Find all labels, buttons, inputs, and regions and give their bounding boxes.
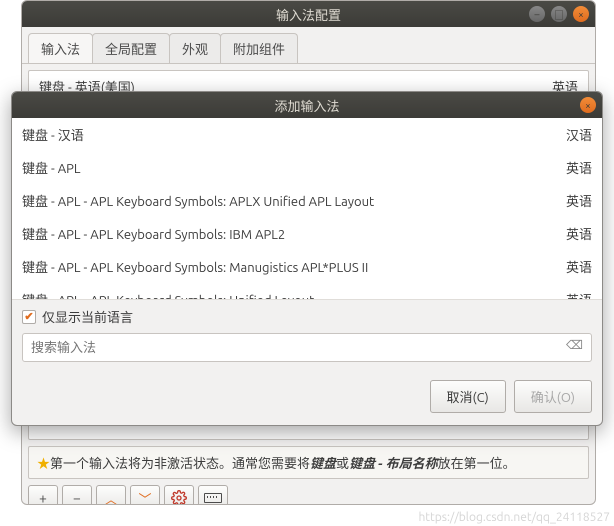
- list-item[interactable]: 键盘 - APL - APL Keyboard Symbols: Manugis…: [12, 250, 602, 283]
- cancel-button[interactable]: 取消(C): [430, 380, 506, 413]
- dialog-close-button[interactable]: ×: [580, 97, 596, 113]
- hint-bold-2: 键盘 - 布局名称: [349, 457, 438, 471]
- dialog-titlebar: 添加输入法 ×: [12, 92, 602, 118]
- watermark: https://blog.csdn.net/qq_24118527: [418, 511, 610, 524]
- keyboard-button[interactable]: [198, 485, 228, 505]
- item-lang: 汉语: [566, 125, 592, 144]
- hint-bar: ★第一个输入法将为非激活状态。通常您需要将键盘或键盘 - 布局名称放在第一位。: [28, 446, 589, 479]
- only-current-lang-row[interactable]: ✔ 仅显示当前语言: [12, 300, 602, 333]
- tab-addons[interactable]: 附加组件: [220, 33, 298, 63]
- config-title: 输入法配置: [28, 5, 589, 24]
- hint-or: 或: [336, 457, 349, 471]
- toolbar: + − ︿ ﹀: [22, 485, 595, 505]
- hint-text-2: 放在第一位。: [438, 457, 516, 471]
- dialog-body: 键盘 - 汉语汉语 键盘 - APL英语 键盘 - APL - APL Keyb…: [12, 118, 602, 425]
- clear-icon[interactable]: ⌫: [566, 338, 583, 352]
- list-item[interactable]: 键盘 - APL - APL Keyboard Symbols: IBM APL…: [12, 217, 602, 250]
- settings-button[interactable]: [164, 485, 194, 505]
- item-lang: 英语: [566, 224, 592, 243]
- item-name: 键盘 - 汉语: [22, 125, 566, 144]
- item-lang: 英语: [566, 257, 592, 276]
- item-name: 键盘 - APL - APL Keyboard Symbols: APLX Un…: [22, 191, 566, 210]
- dialog-window-buttons: ×: [580, 97, 596, 113]
- only-current-lang-label: 仅显示当前语言: [42, 307, 133, 326]
- minimize-button[interactable]: –: [529, 6, 545, 22]
- search-row: ⌫: [12, 333, 602, 372]
- add-button[interactable]: +: [28, 485, 58, 505]
- item-name: 键盘 - APL: [22, 158, 566, 177]
- star-icon: ★: [37, 457, 50, 471]
- gear-icon: [171, 490, 187, 505]
- list-item[interactable]: 键盘 - 汉语汉语: [12, 118, 602, 151]
- list-item[interactable]: 键盘 - APL - APL Keyboard Symbols: Unified…: [12, 283, 602, 300]
- item-lang: 英语: [566, 290, 592, 300]
- tabbar: 输入法 全局配置 外观 附加组件: [22, 27, 595, 64]
- item-name: 键盘 - APL - APL Keyboard Symbols: Unified…: [22, 290, 566, 300]
- item-lang: 英语: [566, 191, 592, 210]
- search-input[interactable]: [22, 333, 592, 362]
- item-name: 键盘 - APL - APL Keyboard Symbols: IBM APL…: [22, 224, 566, 243]
- remove-button[interactable]: −: [62, 485, 92, 505]
- dialog-buttons: 取消(C) 确认(O): [12, 372, 602, 425]
- ok-button[interactable]: 确认(O): [514, 380, 592, 413]
- item-name: 键盘 - APL - APL Keyboard Symbols: Manugis…: [22, 257, 566, 276]
- config-titlebar: 输入法配置 – □ ×: [22, 1, 595, 27]
- only-current-lang-checkbox[interactable]: ✔: [22, 310, 36, 324]
- hint-bold-1: 键盘: [310, 457, 336, 471]
- list-item[interactable]: 键盘 - APL英语: [12, 151, 602, 184]
- dialog-title: 添加输入法: [18, 96, 596, 115]
- hint-text-1: 第一个输入法将为非激活状态。通常您需要将: [50, 457, 310, 471]
- list-item[interactable]: 键盘 - APL - APL Keyboard Symbols: APLX Un…: [12, 184, 602, 217]
- tab-input-method[interactable]: 输入法: [28, 33, 93, 63]
- add-input-dialog: 添加输入法 × 键盘 - 汉语汉语 键盘 - APL英语 键盘 - APL - …: [11, 91, 603, 426]
- move-up-button[interactable]: ︿: [96, 485, 126, 505]
- keyboard-icon: [204, 493, 222, 503]
- move-down-button[interactable]: ﹀: [130, 485, 160, 505]
- tab-global-config[interactable]: 全局配置: [92, 33, 170, 63]
- maximize-button[interactable]: □: [551, 6, 567, 22]
- tab-appearance[interactable]: 外观: [169, 33, 221, 63]
- close-button[interactable]: ×: [573, 6, 589, 22]
- window-buttons: – □ ×: [529, 6, 589, 22]
- available-list[interactable]: 键盘 - 汉语汉语 键盘 - APL英语 键盘 - APL - APL Keyb…: [12, 118, 602, 300]
- item-lang: 英语: [566, 158, 592, 177]
